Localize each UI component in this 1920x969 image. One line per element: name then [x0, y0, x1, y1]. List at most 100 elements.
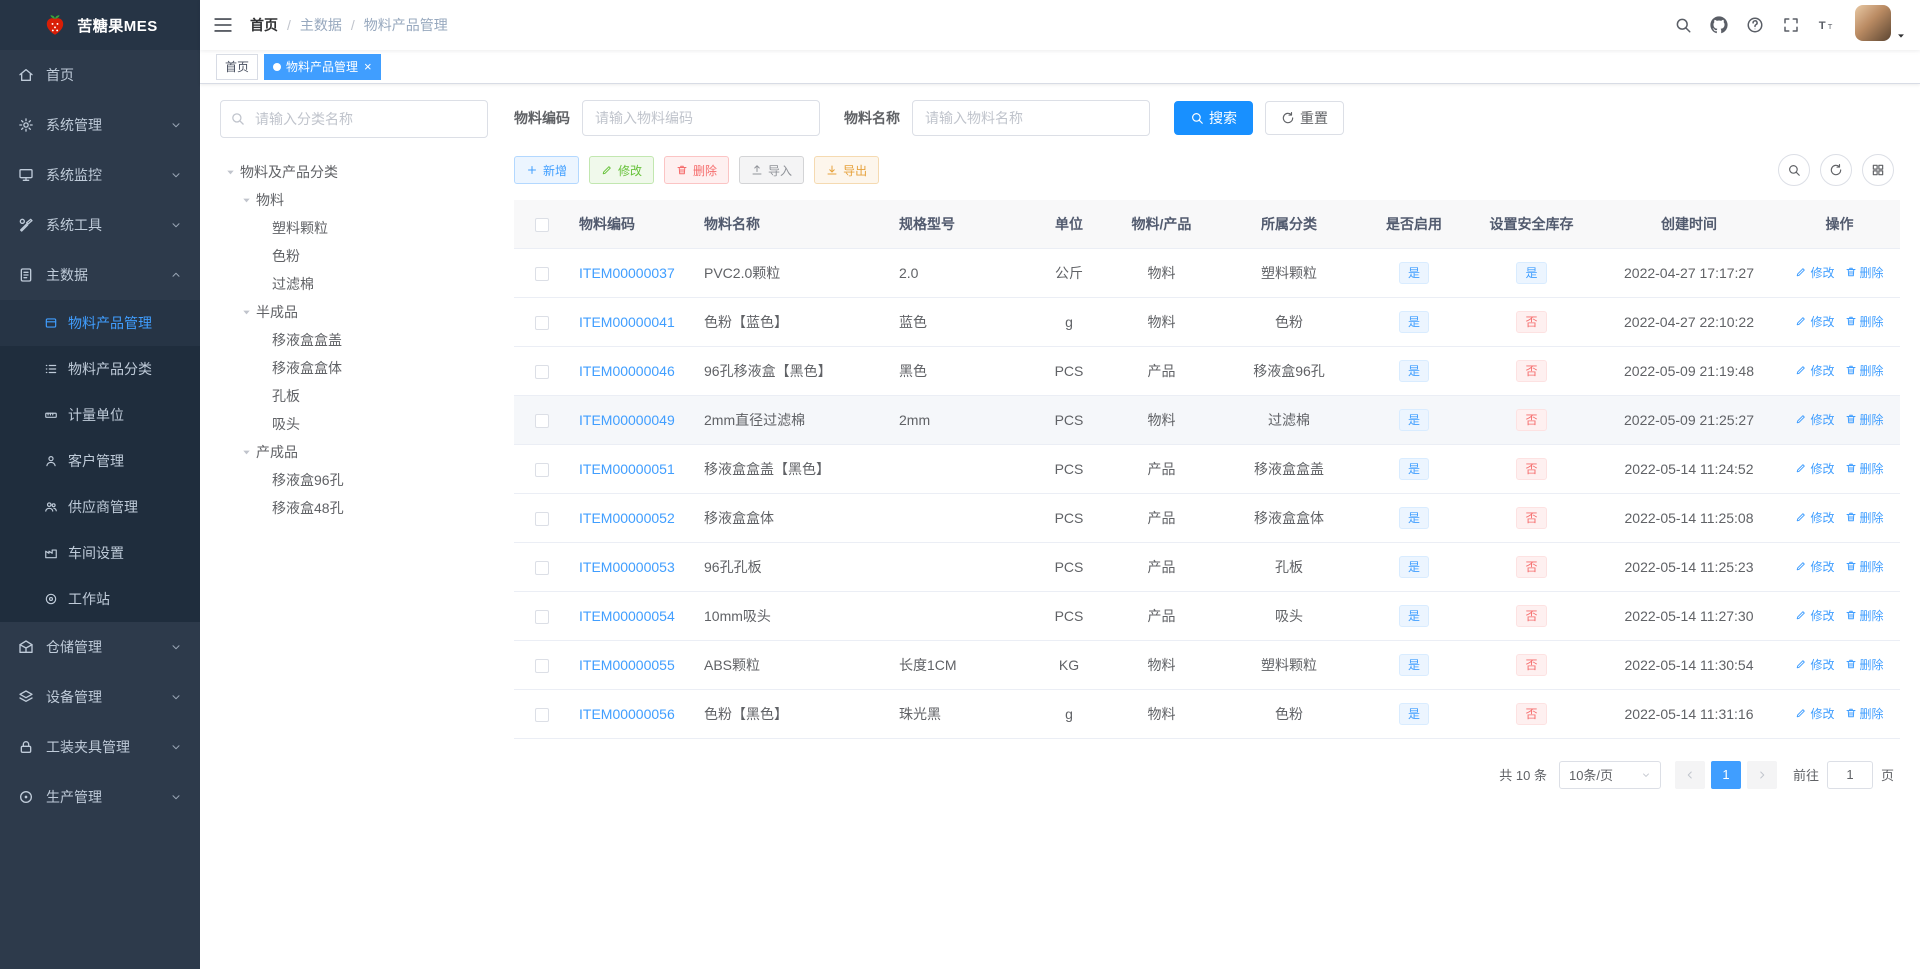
breadcrumb-item[interactable]: 主数据 — [300, 15, 342, 35]
help-icon[interactable] — [1737, 0, 1773, 50]
reset-button[interactable]: 重置 — [1265, 101, 1344, 135]
row-checkbox[interactable] — [534, 364, 549, 379]
toggle-search-button[interactable] — [1778, 154, 1810, 186]
user-menu[interactable] — [1855, 5, 1906, 45]
sidebar-item-production-management[interactable]: 生产管理 — [0, 772, 200, 822]
delete-row-link[interactable]: 删除 — [1845, 264, 1884, 281]
delete-row-link[interactable]: 删除 — [1845, 313, 1884, 330]
delete-row-link[interactable]: 删除 — [1845, 460, 1884, 477]
page-number-button[interactable]: 1 — [1710, 760, 1741, 789]
sidebar-subitem-material-product-category[interactable]: 物料产品分类 — [0, 346, 200, 392]
select-all-checkbox[interactable] — [534, 217, 549, 232]
material-code-link[interactable]: ITEM00000052 — [579, 510, 675, 526]
sidebar-item-system-tools[interactable]: 系统工具 — [0, 200, 200, 250]
breadcrumb-item[interactable]: 首页 — [250, 15, 278, 35]
export-button[interactable]: 导出 — [814, 156, 880, 184]
material-code-link[interactable]: ITEM00000049 — [579, 412, 675, 428]
row-checkbox[interactable] — [534, 266, 549, 281]
delete-row-link[interactable]: 删除 — [1845, 509, 1884, 526]
material-code-link[interactable]: ITEM00000046 — [579, 363, 675, 379]
edit-row-link[interactable]: 修改 — [1795, 411, 1835, 428]
delete-row-link[interactable]: 删除 — [1845, 362, 1884, 379]
sidebar-item-system-monitoring[interactable]: 系统监控 — [0, 150, 200, 200]
row-checkbox[interactable] — [534, 609, 549, 624]
material-name-input[interactable] — [912, 100, 1150, 136]
sidebar-item-home[interactable]: 首页 — [0, 50, 200, 100]
edit-row-link[interactable]: 修改 — [1795, 264, 1835, 281]
close-icon[interactable]: × — [364, 60, 372, 73]
github-icon[interactable] — [1701, 0, 1737, 50]
row-checkbox[interactable] — [534, 707, 549, 722]
tree-node[interactable]: 移液盒盒体 — [220, 354, 488, 382]
material-code-link[interactable]: ITEM00000054 — [579, 608, 675, 624]
tree-node[interactable]: 孔板 — [220, 382, 488, 410]
caret-down-icon[interactable] — [236, 195, 256, 206]
delete-row-link[interactable]: 删除 — [1845, 705, 1884, 722]
delete-row-link[interactable]: 删除 — [1845, 558, 1884, 575]
delete-row-link[interactable]: 删除 — [1845, 607, 1884, 624]
add-button[interactable]: 新增 — [514, 156, 580, 184]
tree-node[interactable]: 吸头 — [220, 410, 488, 438]
refresh-table-button[interactable] — [1820, 154, 1852, 186]
caret-down-icon[interactable] — [220, 167, 240, 178]
app-logo[interactable]: 苦糖果MES — [0, 0, 200, 50]
row-checkbox[interactable] — [534, 413, 549, 428]
tree-node[interactable]: 移液盒96孔 — [220, 466, 488, 494]
edit-row-link[interactable]: 修改 — [1795, 705, 1835, 722]
page-size-select[interactable]: 10条/页 — [1558, 760, 1661, 789]
tree-node[interactable]: 物料 — [220, 186, 488, 214]
font-size-icon[interactable]: TT — [1809, 0, 1845, 50]
sidebar-item-system-management[interactable]: 系统管理 — [0, 100, 200, 150]
caret-down-icon[interactable] — [236, 447, 256, 458]
material-code-link[interactable]: ITEM00000041 — [579, 314, 675, 330]
hamburger-icon[interactable] — [212, 14, 234, 36]
edit-row-link[interactable]: 修改 — [1795, 656, 1835, 673]
sidebar-subitem-supplier-management[interactable]: 供应商管理 — [0, 484, 200, 530]
material-code-input[interactable] — [582, 100, 820, 136]
edit-row-link[interactable]: 修改 — [1795, 509, 1835, 526]
material-code-link[interactable]: ITEM00000055 — [579, 657, 675, 673]
edit-row-link[interactable]: 修改 — [1795, 313, 1835, 330]
jump-page-input[interactable] — [1826, 760, 1873, 789]
column-settings-button[interactable] — [1862, 154, 1894, 186]
sidebar-item-fixture-management[interactable]: 工装夹具管理 — [0, 722, 200, 772]
tree-node[interactable]: 产成品 — [220, 438, 488, 466]
row-checkbox[interactable] — [534, 658, 549, 673]
avatar[interactable] — [1855, 5, 1891, 41]
tree-node[interactable]: 塑料颗粒 — [220, 214, 488, 242]
delete-button[interactable]: 删除 — [664, 156, 730, 184]
search-icon[interactable] — [1665, 0, 1701, 50]
edit-row-link[interactable]: 修改 — [1795, 607, 1835, 624]
edit-row-link[interactable]: 修改 — [1795, 558, 1835, 575]
sidebar-subitem-workstation[interactable]: 工作站 — [0, 576, 200, 622]
tree-node[interactable]: 半成品 — [220, 298, 488, 326]
edit-row-link[interactable]: 修改 — [1795, 460, 1835, 477]
sidebar-item-equipment-management[interactable]: 设备管理 — [0, 672, 200, 722]
delete-row-link[interactable]: 删除 — [1845, 411, 1884, 428]
tree-node[interactable]: 物料及产品分类 — [220, 158, 488, 186]
row-checkbox[interactable] — [534, 511, 549, 526]
sidebar-item-warehouse-management[interactable]: 仓储管理 — [0, 622, 200, 672]
sidebar-subitem-measurement-unit[interactable]: 计量单位 — [0, 392, 200, 438]
fullscreen-icon[interactable] — [1773, 0, 1809, 50]
tag-item[interactable]: 物料产品管理 × — [264, 53, 381, 80]
caret-down-icon[interactable] — [236, 307, 256, 318]
search-button[interactable]: 搜索 — [1174, 101, 1253, 135]
material-code-link[interactable]: ITEM00000051 — [579, 461, 675, 477]
import-button[interactable]: 导入 — [739, 156, 805, 184]
row-checkbox[interactable] — [534, 315, 549, 330]
category-search-input[interactable] — [220, 100, 488, 138]
sidebar-subitem-customer-management[interactable]: 客户管理 — [0, 438, 200, 484]
tag-item[interactable]: 首页 — [216, 53, 259, 80]
row-checkbox[interactable] — [534, 560, 549, 575]
tree-node[interactable]: 移液盒盒盖 — [220, 326, 488, 354]
sidebar-subitem-material-product-management[interactable]: 物料产品管理 — [0, 300, 200, 346]
material-code-link[interactable]: ITEM00000053 — [579, 559, 675, 575]
prev-page-button[interactable] — [1674, 760, 1705, 789]
tree-node[interactable]: 过滤棉 — [220, 270, 488, 298]
next-page-button[interactable] — [1746, 760, 1777, 789]
material-code-link[interactable]: ITEM00000037 — [579, 265, 675, 281]
sidebar-subitem-workshop-settings[interactable]: 车间设置 — [0, 530, 200, 576]
sidebar-item-master-data[interactable]: 主数据 — [0, 250, 200, 300]
tree-node[interactable]: 色粉 — [220, 242, 488, 270]
